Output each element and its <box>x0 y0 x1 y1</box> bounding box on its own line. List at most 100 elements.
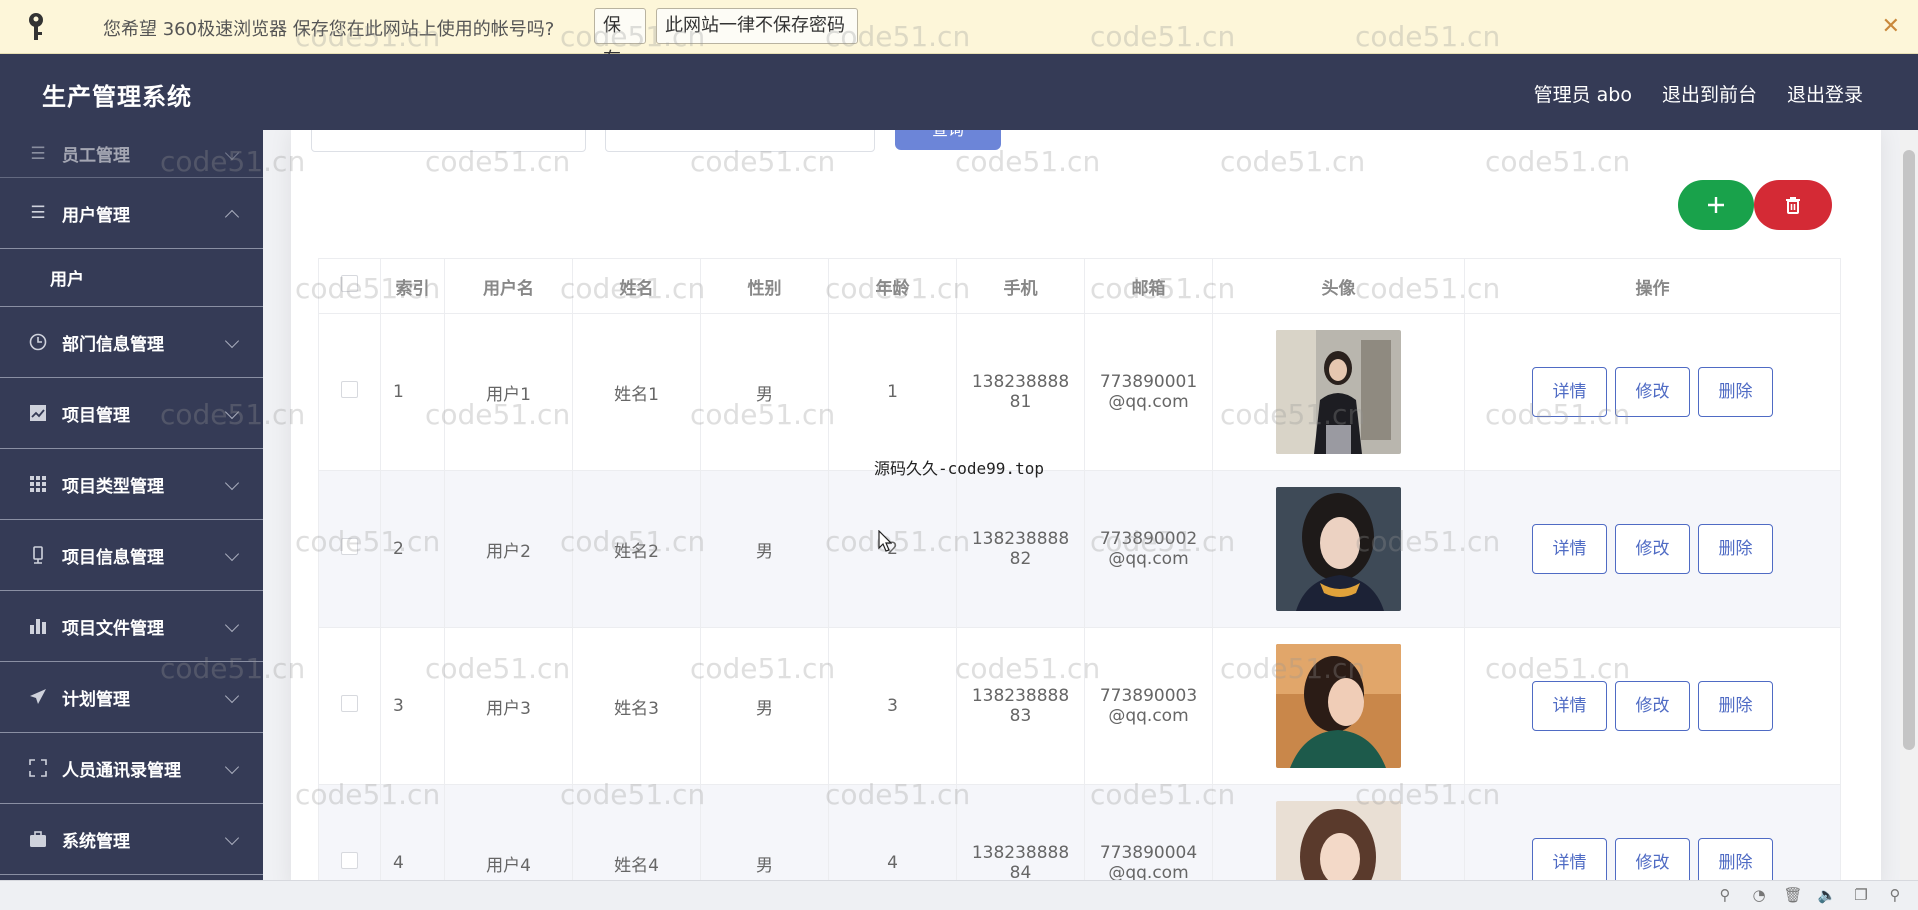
cell-email: 773890002 @qq.com <box>1084 470 1213 628</box>
save-password-button[interactable]: 保存 <box>594 8 646 70</box>
trash-icon <box>1786 197 1800 214</box>
delete-button[interactable]: 删除 <box>1698 524 1773 574</box>
row-checkbox[interactable] <box>341 852 358 869</box>
chevron-down-icon <box>224 404 240 420</box>
column-header: 用户名 <box>444 258 573 314</box>
speed-icon[interactable]: ◔ <box>1750 886 1768 904</box>
cell-gender: 男 <box>700 784 829 880</box>
cell-phone: 138238888 81 <box>956 313 1085 471</box>
select-all-checkbox[interactable] <box>341 275 358 292</box>
plus-icon <box>1708 197 1724 213</box>
chevron-down-icon <box>224 546 240 562</box>
edit-button[interactable]: 修改 <box>1615 681 1690 731</box>
main-content: 查询 索引 用户名 姓名 性别 年龄 手机 <box>263 130 1918 880</box>
edit-button[interactable]: 修改 <box>1615 838 1690 880</box>
cell-name: 姓名1 <box>572 313 701 471</box>
chevron-down-icon <box>224 617 240 633</box>
column-header: 头像 <box>1212 258 1465 314</box>
sidebar-item-contacts[interactable]: 人员通讯录管理 <box>0 733 263 804</box>
search-icon[interactable]: ⚲ <box>1886 886 1904 904</box>
sidebar-item-label: 项目管理 <box>62 405 130 426</box>
never-save-password-button[interactable]: 此网站一律不保存密码 <box>656 8 858 44</box>
sidebar-item-employee[interactable]: ☰ 员工管理 <box>0 130 263 178</box>
delete-button[interactable]: 删除 <box>1698 681 1773 731</box>
back-to-front-link[interactable]: 退出到前台 <box>1662 80 1757 107</box>
sidebar-subitem-user[interactable]: 用户 <box>0 249 263 307</box>
cell-actions: 详情 修改 删除 <box>1464 470 1841 628</box>
sidebar-item-project-file[interactable]: 项目文件管理 <box>0 591 263 662</box>
source-overlay-text: 源码久久-code99.top <box>874 459 1044 478</box>
send-icon <box>28 687 48 707</box>
scrollbar-thumb[interactable] <box>1903 150 1915 750</box>
cell-avatar <box>1212 470 1465 628</box>
cell-age: 2 <box>828 470 957 628</box>
edit-button[interactable]: 修改 <box>1615 367 1690 417</box>
sidebar-item-label: 计划管理 <box>62 689 130 710</box>
delete-button[interactable]: 删除 <box>1698 367 1773 417</box>
row-checkbox[interactable] <box>341 538 358 555</box>
sidebar-item-project-type[interactable]: 项目类型管理 <box>0 449 263 520</box>
detail-button[interactable]: 详情 <box>1532 681 1607 731</box>
batch-delete-button[interactable] <box>1754 180 1832 230</box>
content-card: 查询 索引 用户名 姓名 性别 年龄 手机 <box>291 130 1881 880</box>
search-name-input[interactable] <box>605 130 875 152</box>
chevron-down-icon <box>224 145 240 160</box>
cell-index: 3 <box>380 627 445 785</box>
sidebar-item-project[interactable]: 项目管理 <box>0 378 263 449</box>
window-icon[interactable]: ❐ <box>1852 886 1870 904</box>
menu-icon: ☰ <box>30 143 46 164</box>
cell-index: 2 <box>380 470 445 628</box>
row-checkbox[interactable] <box>341 695 358 712</box>
sidebar-item-label: 项目文件管理 <box>62 618 164 639</box>
chart-icon <box>28 403 48 423</box>
device-icon <box>28 545 48 565</box>
column-header: 年龄 <box>828 258 957 314</box>
close-icon[interactable]: ✕ <box>1882 14 1900 39</box>
sidebar: ☰ 员工管理 ☰ 用户管理 用户 部门信息管理 项目管理 项目类型管理 项目信息… <box>0 130 263 880</box>
sidebar-item-label: 系统管理 <box>62 831 130 852</box>
cell-avatar <box>1212 784 1465 880</box>
cell-gender: 男 <box>700 627 829 785</box>
chevron-up-icon <box>224 209 240 225</box>
pin-icon[interactable]: ⚲ <box>1716 886 1734 904</box>
chevron-down-icon <box>224 688 240 704</box>
header-nav: 管理员 abo 退出到前台 退出登录 <box>1534 80 1863 107</box>
column-header: 姓名 <box>572 258 701 314</box>
cell-email: 773890003 @qq.com <box>1084 627 1213 785</box>
admin-user-link[interactable]: 管理员 abo <box>1534 80 1632 107</box>
logout-link[interactable]: 退出登录 <box>1787 80 1863 107</box>
cell-phone: 138238888 83 <box>956 627 1085 785</box>
search-username-input[interactable] <box>311 130 586 152</box>
cell-age: 3 <box>828 627 957 785</box>
trash-icon[interactable]: 🗑 <box>1783 886 1802 904</box>
edit-button[interactable]: 修改 <box>1615 524 1690 574</box>
briefcase-icon <box>28 829 48 849</box>
cell-name: 姓名4 <box>572 784 701 880</box>
volume-icon[interactable]: 🔈 <box>1818 886 1837 904</box>
vertical-scrollbar[interactable] <box>1900 130 1918 880</box>
chevron-down-icon <box>224 830 240 846</box>
add-button[interactable] <box>1678 180 1754 230</box>
cell-username: 用户2 <box>444 470 573 628</box>
mouse-cursor-icon <box>878 530 892 552</box>
user-table: 索引 用户名 姓名 性别 年龄 手机 邮箱 头像 操作 1 用户1 姓名1 男 … <box>318 258 1841 880</box>
sidebar-item-label: 项目信息管理 <box>62 547 164 568</box>
query-button[interactable]: 查询 <box>895 130 1001 150</box>
sidebar-item-user-management[interactable]: ☰ 用户管理 <box>0 178 263 249</box>
select-all-cell[interactable] <box>318 258 381 314</box>
sidebar-item-department[interactable]: 部门信息管理 <box>0 307 263 378</box>
password-save-bar: 您希望 360极速浏览器 保存您在此网站上使用的帐号吗? 保存 此网站一律不保存… <box>0 0 1918 70</box>
sidebar-item-system[interactable]: 系统管理 <box>0 804 263 875</box>
avatar <box>1276 330 1401 454</box>
cell-phone: 138238888 82 <box>956 470 1085 628</box>
detail-button[interactable]: 详情 <box>1532 524 1607 574</box>
sidebar-item-project-info[interactable]: 项目信息管理 <box>0 520 263 591</box>
password-save-message: 您希望 360极速浏览器 保存您在此网站上使用的帐号吗? <box>103 19 555 40</box>
column-header: 索引 <box>380 258 445 314</box>
detail-button[interactable]: 详情 <box>1532 838 1607 880</box>
sidebar-item-plan[interactable]: 计划管理 <box>0 662 263 733</box>
row-checkbox[interactable] <box>341 381 358 398</box>
column-header: 手机 <box>956 258 1085 314</box>
delete-button[interactable]: 删除 <box>1698 838 1773 880</box>
detail-button[interactable]: 详情 <box>1532 367 1607 417</box>
